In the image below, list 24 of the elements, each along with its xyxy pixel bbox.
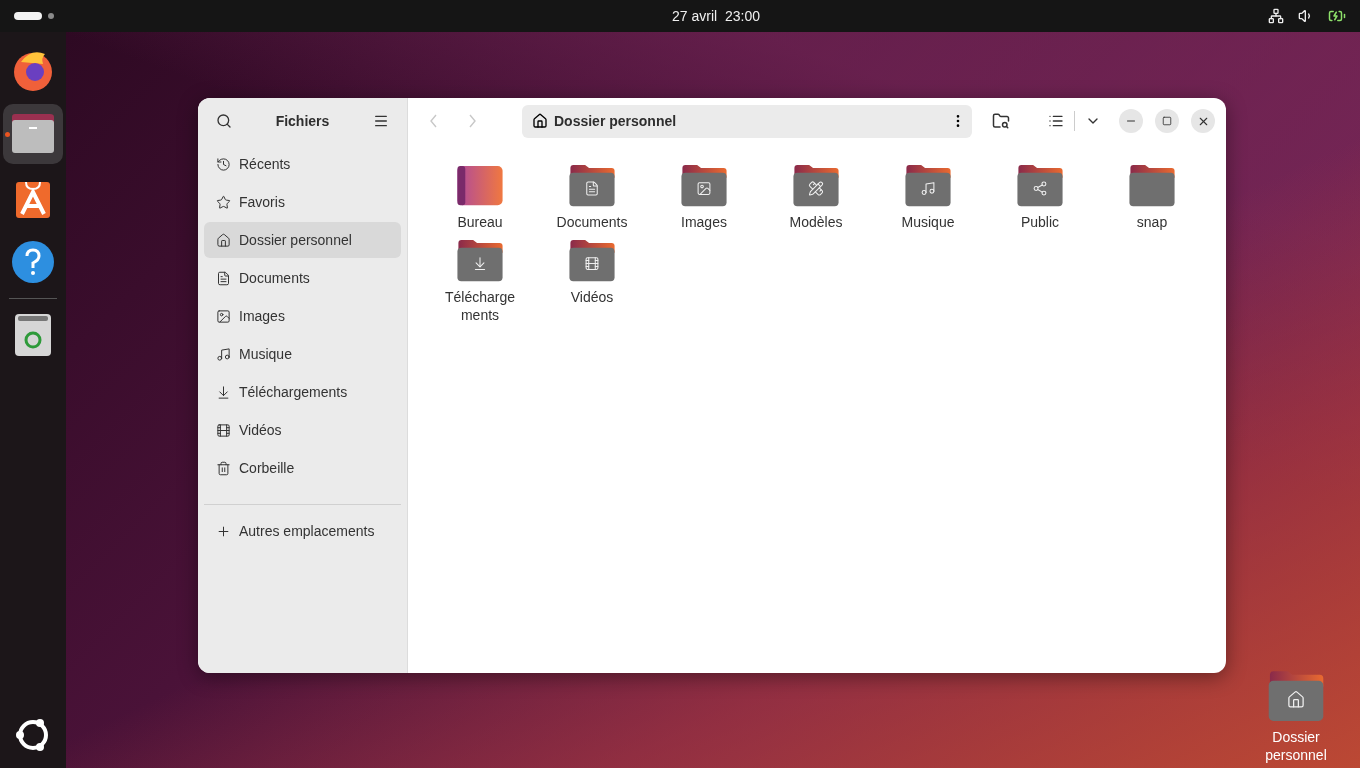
sidebar-item[interactable]: Favoris (204, 184, 401, 220)
sidebar-item[interactable]: Téléchargements (204, 374, 401, 410)
sidebar-item[interactable]: Musique (204, 336, 401, 372)
location-text: Dossier personnel (554, 113, 678, 129)
clock[interactable]: 27 avril 23:00 (672, 8, 760, 24)
folder-name[interactable]: Vidéos (547, 288, 637, 307)
folder-name[interactable]: Images (659, 213, 749, 232)
sidebar-item[interactable]: Images (204, 298, 401, 334)
folder-name[interactable]: Modèles (771, 213, 861, 232)
sidebar-item[interactable]: Vidéos (204, 412, 401, 448)
sidebar-item[interactable]: Corbeille (204, 450, 401, 486)
path-bar[interactable]: Dossier personnel (522, 104, 972, 138)
desktop-icon-label[interactable]: Dossier personnel (1246, 728, 1346, 764)
sidebar-item[interactable]: Documents (204, 260, 401, 296)
folder-name[interactable]: snap (1107, 213, 1197, 232)
sidebar-item[interactable]: Récents (204, 146, 401, 182)
folder-name[interactable]: Télécharge ments (435, 288, 525, 325)
sidebar-item[interactable]: Autres emplacements (204, 513, 401, 549)
folder-name[interactable]: Musique (883, 213, 973, 232)
sidebar-title: Fichiers (275, 113, 330, 129)
sidebar-item[interactable]: Dossier personnel (204, 222, 401, 258)
folder-name[interactable]: Bureau (435, 213, 525, 232)
folder-name[interactable]: Documents (547, 213, 637, 232)
folder-name[interactable]: Public (995, 213, 1085, 232)
